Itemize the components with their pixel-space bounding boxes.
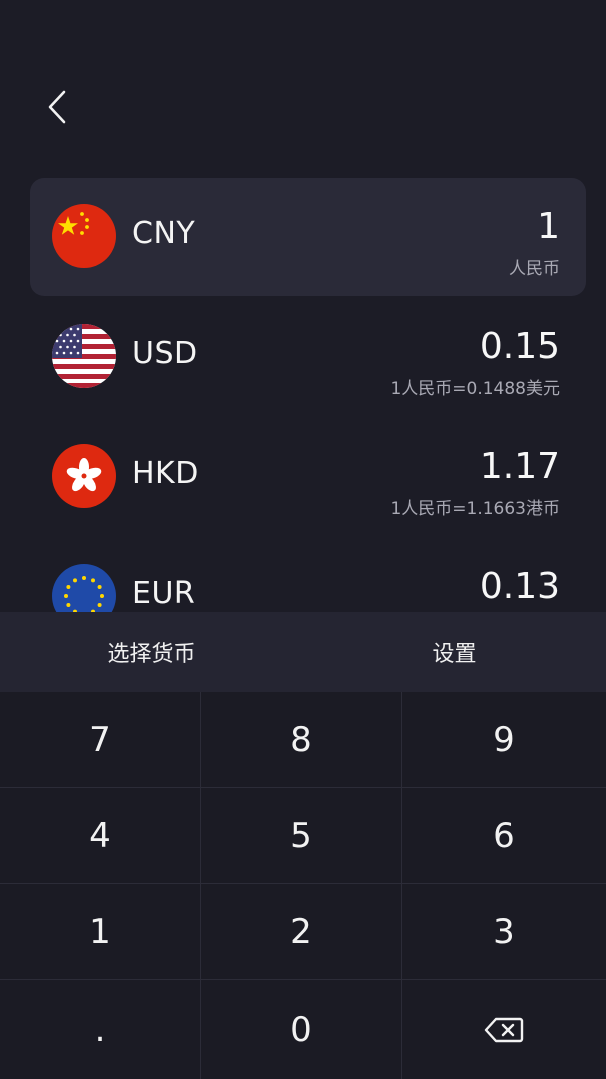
backspace-key[interactable] [402, 980, 606, 1079]
currency-row-usd[interactable]: USD 0.15 1人民币=0.1488美元 [30, 298, 586, 416]
key-decimal[interactable]: . [0, 980, 201, 1079]
currency-amount: 1.17 [479, 446, 560, 487]
currency-amount: 0.15 [479, 326, 560, 367]
back-button[interactable] [40, 86, 76, 128]
key-7[interactable]: 7 [0, 692, 201, 788]
currency-code: EUR [132, 576, 196, 611]
key-8[interactable]: 8 [201, 692, 402, 788]
currency-code: HKD [132, 456, 199, 491]
key-9[interactable]: 9 [402, 692, 606, 788]
usa-flag-icon [52, 324, 116, 388]
china-flag-icon [52, 204, 116, 268]
currency-rate: 1人民币=1.1663港币 [390, 499, 560, 519]
currency-amount: 1 [537, 206, 560, 247]
currency-row-hkd[interactable]: HKD 1.17 1人民币=1.1663港币 [30, 418, 586, 536]
settings-button[interactable]: 设置 [303, 612, 606, 692]
currency-code: CNY [132, 216, 196, 251]
hong-kong-flag-icon [52, 444, 116, 508]
currency-rate: 1人民币=0.1488美元 [390, 379, 560, 399]
chevron-left-icon [48, 90, 66, 124]
key-4[interactable]: 4 [0, 788, 201, 884]
currency-rate: 人民币 [509, 259, 560, 279]
key-0[interactable]: 0 [201, 980, 402, 1079]
converter-screen: CNY 1 人民币 USD 0.15 1人民币=0.1488美元 HKD 1.1… [0, 0, 606, 1079]
bottom-action-bar: 选择货币 设置 [0, 612, 606, 692]
select-currency-button[interactable]: 选择货币 [0, 612, 303, 692]
currency-amount: 0.13 [479, 566, 560, 607]
key-6[interactable]: 6 [402, 788, 606, 884]
currency-code: USD [132, 336, 198, 371]
numeric-keypad: 7 8 9 4 5 6 1 2 3 . 0 [0, 692, 606, 1079]
currency-row-cny[interactable]: CNY 1 人民币 [30, 178, 586, 296]
key-3[interactable]: 3 [402, 884, 606, 980]
backspace-icon [484, 1017, 524, 1042]
key-1[interactable]: 1 [0, 884, 201, 980]
key-2[interactable]: 2 [201, 884, 402, 980]
key-5[interactable]: 5 [201, 788, 402, 884]
